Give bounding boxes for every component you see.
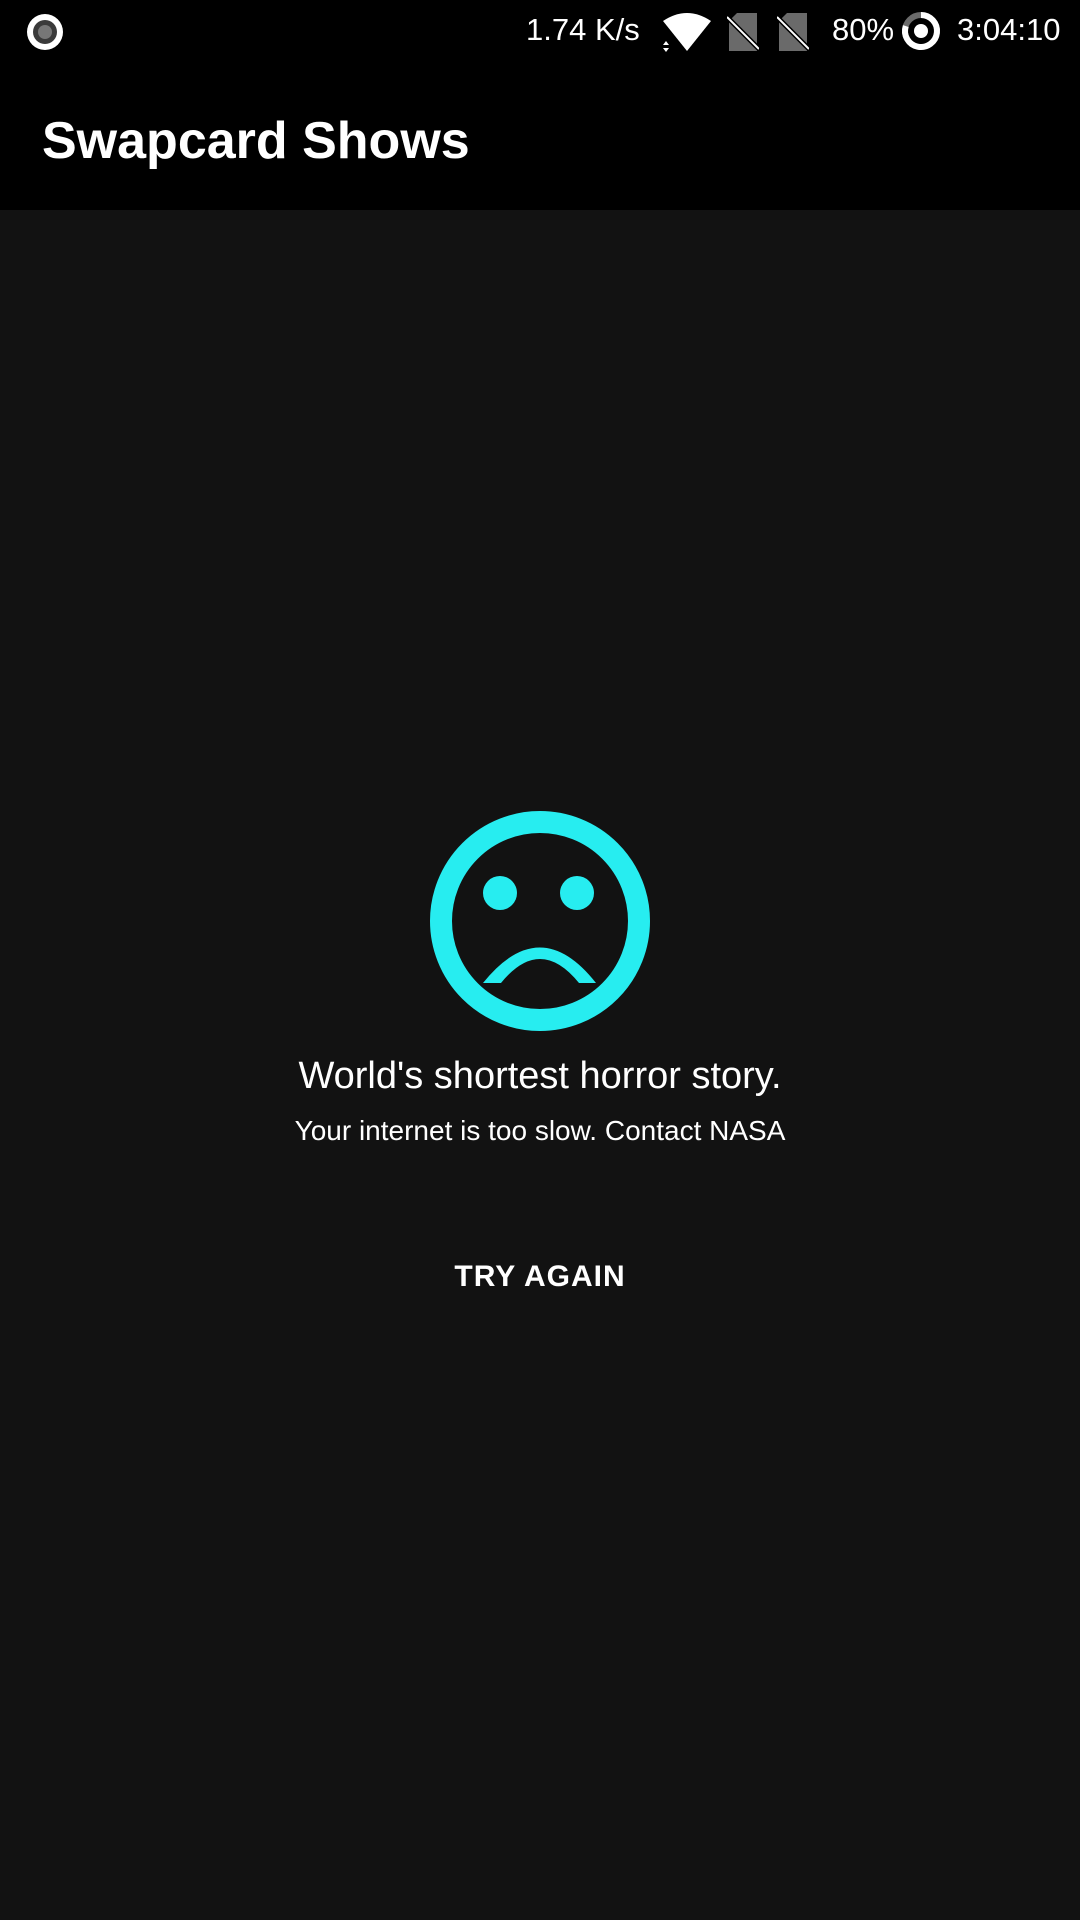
no-sim-icon	[777, 13, 809, 51]
try-again-button[interactable]: TRY AGAIN	[400, 1240, 680, 1314]
app-bar: Swapcard Shows	[0, 63, 1080, 210]
battery-ring-icon	[902, 12, 940, 50]
status-bar: 1.74 K/s 80% 3:04:10	[0, 0, 1080, 63]
error-title: World's shortest horror story.	[298, 1055, 782, 1097]
error-message: Your internet is too slow. Contact NASA	[294, 1115, 786, 1146]
clock: 3:04:10	[957, 12, 1061, 47]
app-title: Swapcard Shows	[42, 112, 470, 170]
no-sim-icon	[727, 13, 759, 51]
sad-face-icon	[430, 811, 650, 1031]
wifi-icon	[663, 13, 711, 52]
record-icon	[27, 14, 63, 50]
network-speed: 1.74 K/s	[526, 12, 640, 47]
battery-percent: 80%	[832, 12, 895, 47]
